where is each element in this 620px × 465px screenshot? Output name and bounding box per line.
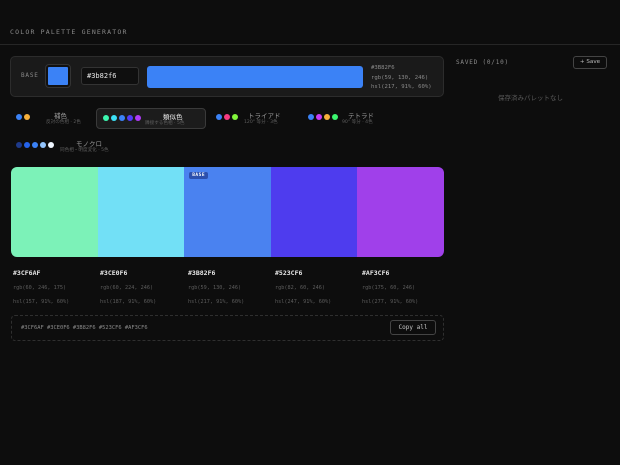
app-header: COLOR PALETTE GENERATOR: [0, 0, 620, 45]
base-tag: BASE: [189, 172, 209, 179]
base-info-hex: #3B82F6: [371, 65, 395, 71]
harmony-dots: [216, 114, 238, 120]
color-dot-icon: [32, 142, 38, 148]
color-dot-icon: [135, 115, 141, 121]
base-info-hsl: hsl(217, 91%, 60%): [371, 84, 432, 90]
color-dot-icon: [48, 142, 54, 148]
color-rgb: rgb(59, 130, 246): [188, 285, 242, 291]
harmony-option-triad[interactable]: トライアド 120° 等分 · 3色: [210, 108, 296, 129]
color-dot-icon: [119, 115, 125, 121]
color-dot-icon: [224, 114, 230, 120]
palette-swatch[interactable]: [357, 167, 444, 257]
harmony-dots: [308, 114, 338, 120]
color-dot-icon: [127, 115, 133, 121]
export-row: #3CF6AF #3CE0F6 #3B82F6 #523CF6 #AF3CF6: [11, 315, 444, 341]
base-color-swatch[interactable]: [45, 64, 71, 88]
color-info: #3CF6AF rgb(60, 246, 175) hsl(157, 91%, …: [13, 269, 99, 305]
color-info: #AF3CF6 rgb(175, 60, 246) hsl(277, 91%, …: [362, 269, 448, 305]
harmony-dots: [103, 115, 141, 121]
color-rgb: rgb(175, 60, 246): [362, 285, 416, 291]
palette-swatch[interactable]: [270, 167, 358, 257]
color-dot-icon: [216, 114, 222, 120]
palette-swatch[interactable]: [11, 167, 98, 257]
save-button[interactable]: + Save: [573, 56, 607, 69]
harmony-option-monochrome[interactable]: モノクロ 同色相・明度変化 · 5色: [10, 136, 130, 157]
saved-title: SAVED (0/10): [456, 59, 509, 66]
color-hsl: hsl(187, 91%, 60%): [100, 299, 157, 305]
color-dot-icon: [324, 114, 330, 120]
base-color-bar[interactable]: [147, 66, 363, 88]
base-color-panel: BASE #3b82f6 #3B82F6 rgb(59, 130, 246) h…: [10, 56, 444, 97]
harmony-desc: 同色相・明度変化 · 5色: [60, 148, 109, 153]
app-title: COLOR PALETTE GENERATOR: [10, 28, 128, 36]
base-color-info: #3B82F6 rgb(59, 130, 246) hsl(217, 91%, …: [371, 64, 432, 93]
color-hex[interactable]: #3CE0F6: [100, 269, 186, 277]
color-rgb: rgb(82, 60, 246): [275, 285, 325, 291]
harmony-option-complementary[interactable]: 補色 反対の色相 · 2色: [10, 108, 92, 129]
color-dot-icon: [24, 114, 30, 120]
base-info-rgb: rgb(59, 130, 246): [371, 74, 429, 81]
color-hsl: hsl(277, 91%, 60%): [362, 299, 419, 305]
color-hsl: hsl(157, 91%, 60%): [13, 299, 70, 305]
harmony-desc: 隣接する色相 · 5色: [145, 121, 185, 126]
base-label: BASE: [21, 72, 39, 79]
harmony-option-analogous[interactable]: 類似色 隣接する色相 · 5色: [96, 108, 206, 129]
palette-preview: BASE: [11, 167, 444, 257]
color-hsl: hsl(217, 91%, 60%): [188, 299, 245, 305]
harmony-dots: [16, 142, 54, 148]
color-info: #523CF6 rgb(82, 60, 246) hsl(247, 91%, 6…: [275, 269, 361, 305]
color-info: #3CE0F6 rgb(60, 224, 246) hsl(187, 91%, …: [100, 269, 186, 305]
color-hex[interactable]: #AF3CF6: [362, 269, 448, 277]
palette-swatch-base[interactable]: BASE: [184, 167, 271, 257]
color-hex[interactable]: #3B82F6: [188, 269, 274, 277]
palette-swatch[interactable]: [97, 167, 185, 257]
color-dot-icon: [308, 114, 314, 120]
color-dot-icon: [103, 115, 109, 121]
color-dot-icon: [24, 142, 30, 148]
color-dot-icon: [332, 114, 338, 120]
export-hex-list: #3CF6AF #3CE0F6 #3B82F6 #523CF6 #AF3CF6: [21, 325, 148, 331]
color-info: #3B82F6 rgb(59, 130, 246) hsl(217, 91%, …: [188, 269, 274, 305]
harmony-option-tetrad[interactable]: テトラド 90° 等分 · 4色: [302, 108, 392, 129]
harmony-desc: 90° 等分 · 4色: [342, 120, 373, 125]
color-rgb: rgb(60, 224, 246): [100, 285, 154, 291]
color-hex[interactable]: #523CF6: [275, 269, 361, 277]
color-rgb: rgb(60, 246, 175): [13, 285, 67, 291]
color-hsl: hsl(247, 91%, 60%): [275, 299, 332, 305]
color-dot-icon: [16, 142, 22, 148]
color-hex[interactable]: #3CF6AF: [13, 269, 99, 277]
hex-input[interactable]: #3b82f6: [81, 67, 139, 85]
color-dot-icon: [40, 142, 46, 148]
saved-empty-message: 保存済みパレットなし: [498, 94, 563, 102]
copy-all-button[interactable]: Copy all: [390, 320, 436, 335]
color-dot-icon: [16, 114, 22, 120]
harmony-desc: 反対の色相 · 2色: [46, 120, 81, 125]
harmony-desc: 120° 等分 · 3色: [244, 120, 278, 125]
color-dot-icon: [316, 114, 322, 120]
color-dot-icon: [232, 114, 238, 120]
harmony-dots: [16, 114, 30, 120]
color-dot-icon: [111, 115, 117, 121]
